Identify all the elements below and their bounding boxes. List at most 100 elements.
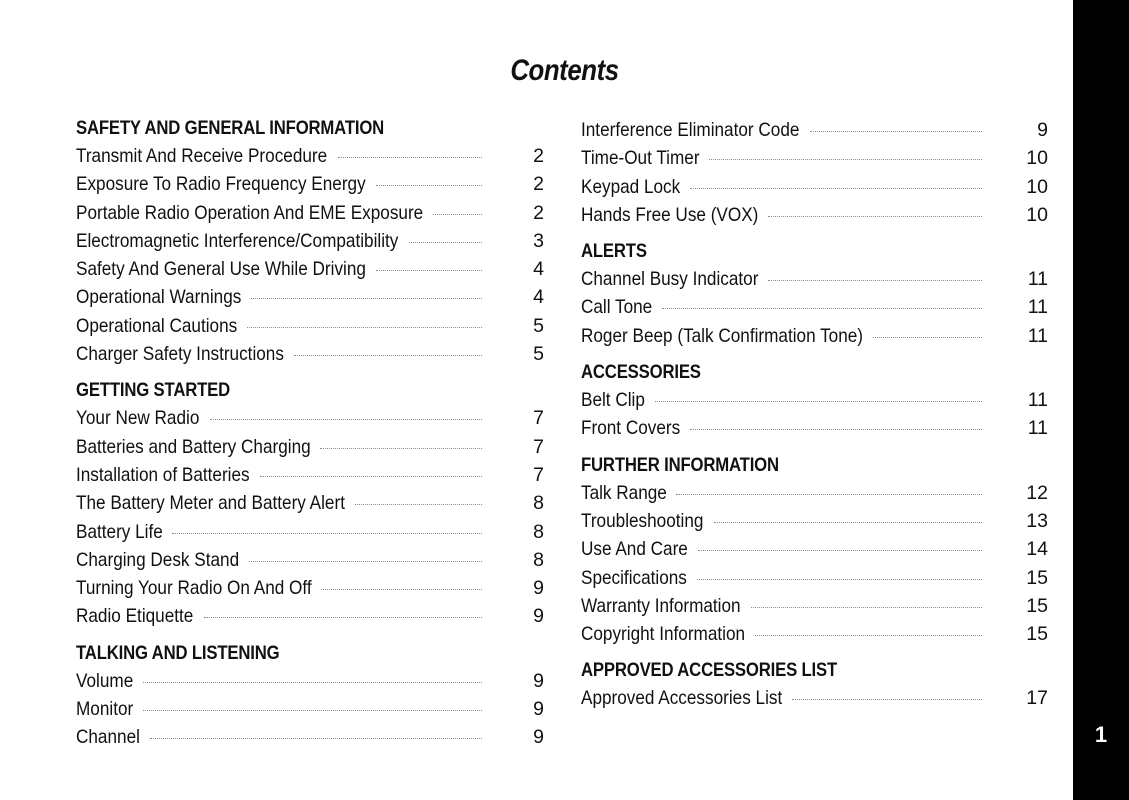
toc-entry-the-battery-meter-and-battery-alert[interactable]: The Battery Meter and Battery Alert 8 [76, 489, 544, 517]
section-heading: SAFETY AND GENERAL INFORMATION [76, 118, 385, 139]
toc-entry-talk-range[interactable]: Talk Range 12 [581, 479, 1048, 507]
toc-entry-channel[interactable]: Channel 9 [76, 723, 544, 751]
page-edge-tab [1073, 0, 1129, 800]
entry-label: Safety And General Use While Driving [76, 258, 366, 281]
dot-leader [375, 185, 482, 187]
toc-right-column: Interference Eliminator Code 9 Time-Out Ti… [581, 116, 1048, 723]
dot-leader [697, 578, 982, 580]
dot-leader [249, 560, 482, 562]
entry-label: Portable Radio Operation And EME Exposur… [76, 201, 424, 224]
dot-leader [321, 589, 482, 591]
toc-entry-portable-radio-operation-and-eme-exposure[interactable]: Portable Radio Operation And EME Exposur… [76, 199, 544, 227]
toc-entry-front-covers[interactable]: Front Covers 11 [581, 414, 1048, 442]
entry-label: Radio Etiquette [76, 605, 194, 628]
dot-leader [698, 550, 982, 552]
entry-page-number: 11 [1027, 296, 1048, 319]
dot-leader [408, 241, 482, 243]
toc-entry-use-and-care[interactable]: Use And Care 14 [581, 535, 1048, 563]
entry-page-number: 15 [1026, 566, 1048, 589]
entry-page-number: 11 [1027, 268, 1048, 291]
toc-entry-hands-free-use-vox[interactable]: Hands Free Use (VOX) 10 [581, 201, 1048, 229]
entry-page-number: 8 [533, 520, 544, 543]
entry-label: Channel [76, 726, 140, 749]
dot-leader [149, 738, 482, 740]
toc-entry-keypad-lock[interactable]: Keypad Lock 10 [581, 173, 1048, 201]
toc-entry-approved-accessories-list[interactable]: Approved Accessories List 17 [581, 684, 1048, 712]
dot-leader [755, 635, 982, 637]
entry-label: Electromagnetic Interference/Compatibili… [76, 229, 399, 252]
toc-entry-warranty-information[interactable]: Warranty Information 15 [581, 592, 1048, 620]
toc-entry-charger-safety-instructions[interactable]: Charger Safety Instructions 5 [76, 340, 544, 368]
toc-entry-transmit-and-receive-procedure[interactable]: Transmit And Receive Procedure 2 [76, 142, 544, 170]
toc-entry-belt-clip[interactable]: Belt Clip 11 [581, 386, 1048, 414]
dot-leader [873, 336, 982, 338]
entry-page-number: 9 [533, 669, 544, 692]
toc-entry-batteries-and-battery-charging[interactable]: Batteries and Battery Charging 7 [76, 433, 544, 461]
entry-label: Monitor [76, 698, 134, 721]
toc-entry-safety-and-general-use-while-driving[interactable]: Safety And General Use While Driving 4 [76, 255, 544, 283]
toc-entry-troubleshooting[interactable]: Troubleshooting 13 [581, 507, 1048, 535]
entry-page-number: 15 [1026, 623, 1048, 646]
entry-page-number: 11 [1027, 389, 1048, 412]
dot-leader [143, 681, 482, 683]
toc-entry-specifications[interactable]: Specifications 15 [581, 564, 1048, 592]
toc-left-column: SAFETY AND GENERAL INFORMATION Transmit A… [76, 116, 544, 762]
toc-entry-copyright-information[interactable]: Copyright Information 15 [581, 620, 1048, 648]
dot-leader [209, 419, 482, 421]
entry-page-number: 8 [533, 492, 544, 515]
toc-entry-charging-desk-stand[interactable]: Charging Desk Stand 8 [76, 546, 544, 574]
dot-leader [709, 159, 982, 161]
entry-page-number: 4 [533, 286, 544, 309]
toc-section-getting-started: GETTING STARTED Your New Radio 7 Batteries … [76, 378, 544, 630]
toc-entry-installation-of-batteries[interactable]: Installation of Batteries 7 [76, 461, 544, 489]
entry-page-number: 13 [1026, 509, 1048, 532]
toc-section-continued: Interference Eliminator Code 9 Time-Out Ti… [581, 116, 1048, 229]
toc-entry-turning-your-radio-on-and-off[interactable]: Turning Your Radio On And Off 9 [76, 574, 544, 602]
entry-page-number: 5 [533, 343, 544, 366]
toc-entry-your-new-radio[interactable]: Your New Radio 7 [76, 404, 544, 432]
entry-page-number: 9 [533, 698, 544, 721]
entry-label: The Battery Meter and Battery Alert [76, 492, 345, 515]
toc-entry-operational-cautions[interactable]: Operational Cautions 5 [76, 312, 544, 340]
entry-label: Warranty Information [581, 594, 741, 617]
section-heading: APPROVED ACCESSORIES LIST [581, 660, 838, 682]
toc-entry-electromagnetic-interference-compatibility[interactable]: Electromagnetic Interference/Compatibili… [76, 227, 544, 255]
toc-entry-operational-warnings[interactable]: Operational Warnings 4 [76, 283, 544, 311]
toc-entry-monitor[interactable]: Monitor 9 [76, 695, 544, 723]
toc-entry-time-out-timer[interactable]: Time-Out Timer 10 [581, 144, 1048, 172]
toc-entry-exposure-to-radio-frequency-energy[interactable]: Exposure To Radio Frequency Energy 2 [76, 170, 544, 198]
toc-entry-channel-busy-indicator[interactable]: Channel Busy Indicator 11 [581, 265, 1048, 293]
entry-label: Operational Warnings [76, 286, 242, 309]
entry-label: Call Tone [581, 296, 653, 319]
section-heading: TALKING AND LISTENING [76, 642, 280, 664]
entry-page-number: 9 [533, 605, 544, 628]
entry-page-number: 11 [1027, 417, 1048, 440]
dot-leader [791, 699, 982, 701]
entry-page-number: 7 [533, 407, 544, 430]
toc-entry-battery-life[interactable]: Battery Life 8 [76, 518, 544, 546]
entry-page-number: 12 [1026, 481, 1048, 504]
entry-page-number: 11 [1027, 324, 1048, 347]
dot-leader [689, 187, 982, 189]
dot-leader [767, 215, 982, 217]
toc-section-approved-accessories-list: APPROVED ACCESSORIES LIST Approved Access… [581, 658, 1048, 712]
entry-label: Talk Range [581, 481, 667, 504]
entry-page-number: 2 [533, 173, 544, 196]
toc-section-further-information: FURTHER INFORMATION Talk Range 12 Troublesh… [581, 453, 1048, 649]
entry-label: Battery Life [76, 520, 163, 543]
entry-label: Operational Cautions [76, 314, 238, 337]
entry-label: Hands Free Use (VOX) [581, 203, 759, 226]
dot-leader [143, 710, 482, 712]
dot-leader [809, 131, 982, 132]
dot-leader [203, 617, 482, 619]
entry-page-number: 7 [533, 463, 544, 486]
toc-entry-call-tone[interactable]: Call Tone 11 [581, 293, 1048, 321]
entry-label: Approved Accessories List [581, 687, 783, 710]
entry-page-number: 3 [533, 229, 544, 252]
toc-entry-interference-eliminator-code[interactable]: Interference Eliminator Code 9 [581, 116, 1048, 144]
entry-label: Belt Clip [581, 389, 645, 412]
toc-entry-roger-beep-talk-confirmation-tone[interactable]: Roger Beep (Talk Confirmation Tone) 11 [581, 322, 1048, 350]
toc-entry-radio-etiquette[interactable]: Radio Etiquette 9 [76, 602, 544, 630]
toc-entry-volume[interactable]: Volume 9 [76, 667, 544, 695]
entry-page-number: 7 [533, 435, 544, 458]
